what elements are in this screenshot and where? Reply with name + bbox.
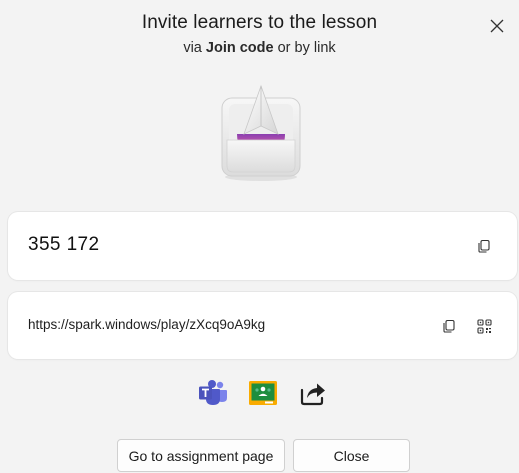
join-code-card: 355 172 — [8, 212, 517, 280]
join-link-value: https://spark.windows/play/zXcq9oA9kg — [28, 317, 266, 332]
join-code-value: 355 172 — [28, 234, 100, 255]
qr-code-icon[interactable] — [473, 315, 495, 337]
paper-plane-tray-icon — [219, 84, 303, 184]
share-targets — [0, 378, 519, 408]
google-classroom-icon[interactable] — [248, 378, 278, 408]
invite-dialog: Invite learners to the lesson via Join c… — [0, 0, 519, 473]
share-icon[interactable] — [298, 378, 328, 408]
dialog-subtitle: via Join code or by link — [0, 40, 519, 56]
close-button[interactable]: Close — [293, 439, 410, 472]
join-link-card: https://spark.windows/play/zXcq9oA9kg — [8, 292, 517, 359]
dialog-title: Invite learners to the lesson — [141, 12, 378, 33]
subtitle-join-code: Join code — [205, 40, 274, 56]
subtitle-prefix: via — [183, 40, 206, 56]
subtitle-suffix: or by link — [273, 40, 336, 56]
teams-icon[interactable] — [198, 378, 228, 408]
go-to-assignment-button[interactable]: Go to assignment page — [117, 439, 285, 472]
copy-icon[interactable] — [473, 235, 495, 257]
copy-icon[interactable] — [438, 315, 460, 337]
